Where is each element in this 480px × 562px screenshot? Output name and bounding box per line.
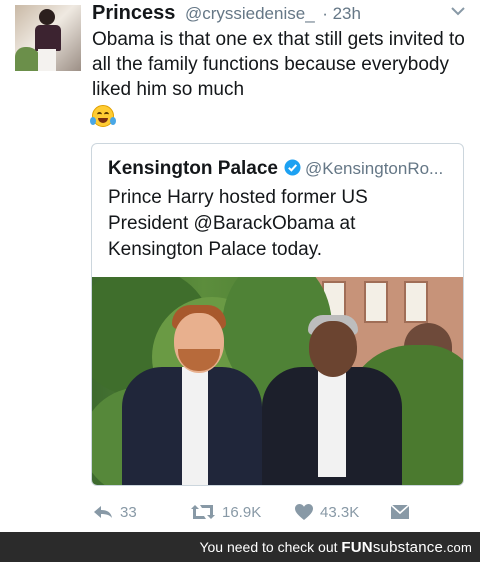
envelope-icon: [390, 504, 410, 519]
like-button[interactable]: 43.3K: [294, 498, 359, 526]
reply-icon: [94, 506, 112, 518]
retweet-icon: [191, 505, 215, 519]
retweet-button[interactable]: 16.9K: [190, 498, 261, 526]
verified-badge-icon: [284, 159, 301, 176]
tweet-text: Obama is that one ex that still gets inv…: [92, 29, 465, 100]
chevron-down-icon[interactable]: [450, 6, 466, 16]
quoted-text: Prince Harry hosted former US President …: [108, 187, 368, 260]
heart-icon: [295, 504, 313, 520]
quoted-author-handle[interactable]: @KensingtonRo...: [305, 159, 443, 178]
reply-count: 33: [120, 503, 137, 521]
footer-text: You need to check out: [199, 539, 338, 555]
retweet-count: 16.9K: [222, 503, 262, 521]
author-handle[interactable]: @cryssiedenise_: [185, 4, 315, 23]
avatar[interactable]: [15, 5, 81, 71]
person-right: [262, 315, 402, 485]
footer-brand-fun: FUN: [341, 539, 373, 556]
quoted-header: Kensington Palace @KensingtonRo...: [108, 158, 443, 180]
quoted-author-name[interactable]: Kensington Palace: [108, 158, 278, 179]
quoted-tweet[interactable]: Kensington Palace @KensingtonRo... Princ…: [91, 143, 464, 486]
site-footer: You need to check out FUNsubstance.com: [0, 532, 480, 562]
tweet-actions: 33 16.9K 43.3K: [0, 498, 480, 528]
person-left: [122, 305, 262, 485]
footer-brand-substance: substance: [372, 539, 444, 556]
reply-button[interactable]: 33: [92, 498, 137, 526]
tweet-time[interactable]: · 23h: [322, 4, 361, 23]
like-count: 43.3K: [320, 503, 360, 521]
face-with-tears-of-joy-icon: [90, 105, 116, 127]
footer-brand[interactable]: FUNsubstance.com: [341, 539, 472, 556]
tweet: Princess @cryssiedenise_ · 23h Obama is …: [0, 0, 480, 532]
tweet-header: Princess @cryssiedenise_ · 23h: [92, 2, 361, 25]
author-name[interactable]: Princess: [92, 2, 175, 24]
direct-message-button[interactable]: [390, 498, 410, 526]
quoted-photo[interactable]: [92, 277, 463, 485]
footer-brand-tld: .com: [443, 540, 472, 555]
